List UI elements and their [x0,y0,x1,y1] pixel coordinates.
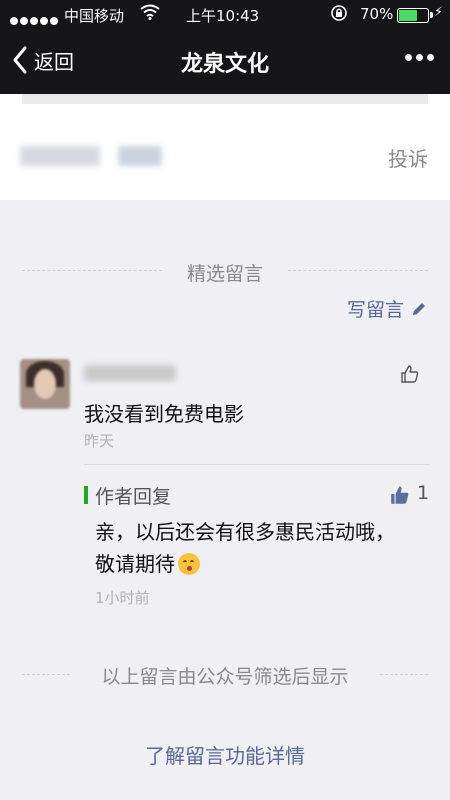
comment-text: 我没看到免费电影 [84,402,244,426]
avatar [20,359,70,409]
kissing-face-emoji [178,553,200,575]
write-comment-label: 写留言 [346,299,404,321]
pencil-icon [413,302,425,315]
battery-icon [397,8,433,23]
footer-note: 以上留言由公众号筛选后显示 [101,666,349,688]
reply-separator [84,464,430,465]
carrier-name: 中国移动 [64,7,125,25]
blurred-like-count [118,146,162,166]
reply-time: 1小时前 [95,589,150,607]
write-comment-button[interactable]: 写留言 [347,295,428,322]
bolt-icon: ⚡ [434,5,444,20]
wifi-icon [140,4,160,24]
comment-time: 昨天 [84,432,115,450]
more-dots-icon[interactable] [401,54,434,61]
signal-dots-icon [10,11,60,29]
reply-text: 亲，以后还会有很多惠民活动哦，敬请期待 [95,516,400,580]
thumbs-up-filled-icon[interactable] [389,484,411,506]
status-time: 上午10:43 [186,7,260,25]
reply-like-count: 1 [417,482,430,504]
reply-label: 作者回复 [95,486,172,508]
blurred-read-count [20,146,100,166]
page-title: 龙泉文化 [180,52,269,77]
battery-percent: 70% [360,5,394,23]
learn-more-link[interactable]: 了解留言功能详情 [0,740,450,769]
section-title: 精选留言 [186,263,263,285]
rotation-lock-icon [330,4,348,26]
nav-bar: 返回 龙泉文化 [0,30,450,94]
reply-indicator-bar [84,486,88,504]
blurred-content-bar [22,94,428,104]
thumbs-up-outline-icon[interactable] [400,364,420,384]
blurred-commenter-name [84,365,176,381]
battery-fill [399,10,417,21]
reply-text-content: 亲，以后还会有很多惠民活动哦，敬请期待 [95,520,395,576]
status-bar: 中国移动 上午10:43 70% ⚡ [0,0,450,30]
top-bar: 中国移动 上午10:43 70% ⚡ 返回 龙泉文化 [0,0,450,94]
report-button[interactable]: 投诉 [388,143,428,172]
